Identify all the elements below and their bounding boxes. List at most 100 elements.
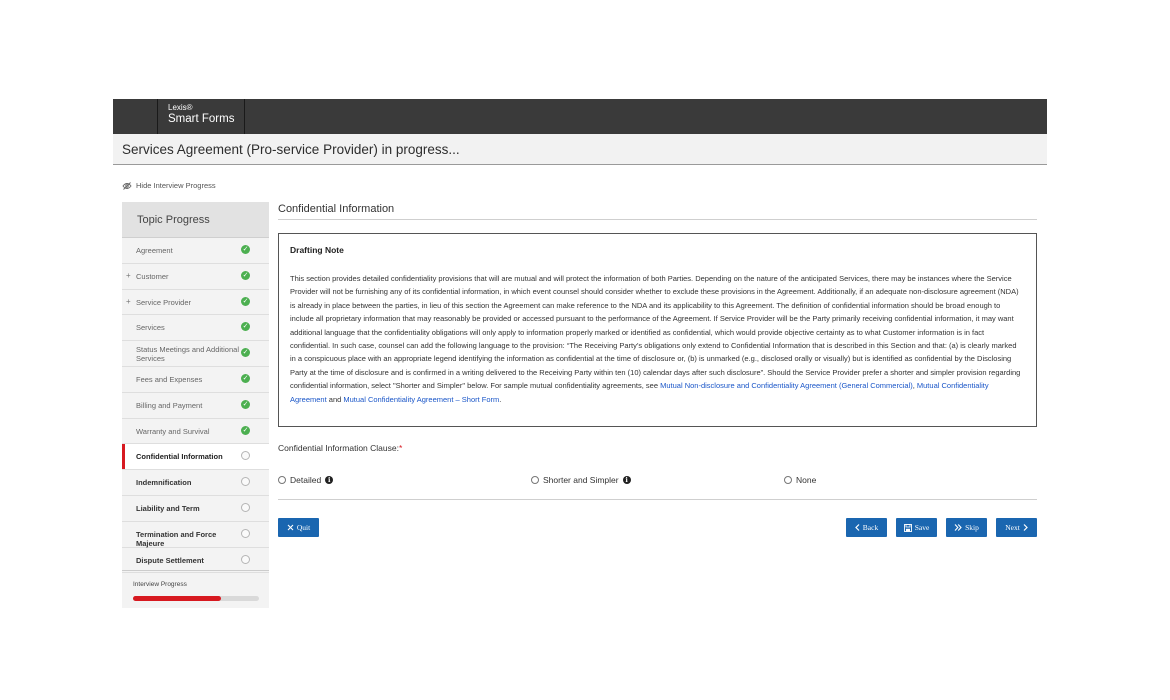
sidebar-header: Topic Progress xyxy=(122,202,269,238)
sidebar-item-label: Dispute Settlement xyxy=(136,555,204,565)
sidebar-item[interactable]: Services ✓ xyxy=(122,315,269,342)
floppy-disk-icon xyxy=(903,523,912,532)
option-none-label: None xyxy=(796,475,817,485)
brand-divider-right xyxy=(244,99,245,134)
options-divider xyxy=(278,499,1037,500)
sidebar-item-label: Status Meetings and Additional Services xyxy=(136,345,239,364)
sidebar-item-label: Customer xyxy=(136,271,169,281)
check-circle-icon: ✓ xyxy=(241,373,250,383)
sidebar-item-label: Termination and Force Majeure xyxy=(136,529,217,548)
hide-interview-progress-toggle[interactable]: Hide Interview Progress xyxy=(122,181,216,190)
check-circle-icon: ✓ xyxy=(241,245,250,254)
sidebar-item[interactable]: Liability and Term xyxy=(122,496,269,522)
sidebar-heading: Topic Progress xyxy=(137,214,210,226)
sidebar-item-label: Liability and Term xyxy=(136,503,200,513)
separator-and: and xyxy=(326,394,344,404)
option-detailed[interactable]: Detailed i xyxy=(278,475,334,485)
expand-icon[interactable]: + xyxy=(126,271,131,280)
drafting-note-text: This section provides detailed confident… xyxy=(290,274,1021,391)
brand-divider-left xyxy=(157,99,158,134)
lexis-smart-forms-logo[interactable]: Lexis® Smart Forms xyxy=(168,104,234,126)
option-shorter-simpler-label: Shorter and Simpler xyxy=(543,475,619,485)
check-circle-icon: ✓ xyxy=(241,348,250,358)
sidebar-item-label: Billing and Payment xyxy=(136,400,203,410)
quit-button[interactable]: Quit xyxy=(278,518,319,537)
save-button[interactable]: Save xyxy=(896,518,937,537)
sidebar-item-label: Service Provider xyxy=(136,297,192,307)
radio-none[interactable] xyxy=(784,476,792,484)
interview-progress: Interview Progress xyxy=(122,570,269,609)
drafting-note-box: Drafting Note This section provides deta… xyxy=(278,233,1037,427)
sidebar-item-label: Indemnification xyxy=(136,478,192,488)
radio-shorter-simpler[interactable] xyxy=(531,476,539,484)
required-marker: * xyxy=(398,443,403,453)
brand-line2: Smart Forms xyxy=(168,113,235,125)
clause-label-text: Confidential Information Clause: xyxy=(278,443,399,453)
next-button[interactable]: Next xyxy=(996,518,1037,537)
link-mutual-nda-general-commercial[interactable]: Mutual Non-disclosure and Confidentialit… xyxy=(660,381,913,390)
sidebar-item-label: Warranty and Survival xyxy=(136,426,210,436)
expand-icon[interactable]: + xyxy=(126,297,131,306)
brand-line1: Lexis® xyxy=(168,103,193,112)
section-divider xyxy=(278,219,1037,220)
quit-label: Quit xyxy=(296,523,311,532)
empty-circle-icon xyxy=(241,477,250,487)
sidebar-item[interactable]: Billing and Payment ✓ xyxy=(122,393,269,419)
check-circle-icon: ✓ xyxy=(241,270,250,280)
page-title: Services Agreement (Pro-service Provider… xyxy=(122,142,460,157)
link-mutual-confidentiality-short-form[interactable]: Mutual Confidentiality Agreement – Short… xyxy=(343,395,499,404)
save-label: Save xyxy=(914,523,930,532)
top-bar: Lexis® Smart Forms xyxy=(113,99,1047,135)
sidebar-item-label: Confidential Information xyxy=(136,452,223,462)
sidebar-item[interactable]: Status Meetings and Additional Services ✓ xyxy=(122,341,269,367)
interview-progress-label: Interview Progress xyxy=(133,581,187,588)
sidebar-item[interactable]: + Service Provider ✓ xyxy=(122,290,269,316)
option-detailed-label: Detailed xyxy=(290,475,322,485)
chevron-left-icon xyxy=(854,524,860,531)
empty-circle-icon xyxy=(241,451,250,461)
sidebar-topic-list: Agreement ✓ + Customer ✓ + Service Provider ✓ Se… xyxy=(122,238,269,574)
sidebar-item-label: Fees and Expenses xyxy=(136,374,203,384)
hide-interview-progress-label: Hide Interview Progress xyxy=(136,181,216,190)
sidebar-item[interactable]: Termination and Force Majeure xyxy=(122,522,269,548)
sidebar-item[interactable]: Warranty and Survival ✓ xyxy=(122,419,269,445)
title-bar: Services Agreement (Pro-service Provider… xyxy=(113,134,1047,165)
sidebar-item[interactable]: Fees and Expenses ✓ xyxy=(122,367,269,393)
back-button[interactable]: Back xyxy=(846,518,887,537)
sidebar-item[interactable]: Agreement ✓ xyxy=(122,238,269,264)
sidebar-item[interactable]: + Customer ✓ xyxy=(122,264,269,290)
radio-detailed[interactable] xyxy=(278,476,286,484)
skip-label: Skip xyxy=(965,523,979,532)
sidebar-item-label: Agreement xyxy=(136,246,173,255)
check-circle-icon: ✓ xyxy=(241,296,250,306)
separator-period: . xyxy=(499,394,502,404)
eye-slash-icon xyxy=(122,181,132,190)
interview-progress-bar xyxy=(133,596,259,601)
close-icon xyxy=(287,524,294,531)
sidebar-item[interactable]: Confidential Information xyxy=(122,444,269,471)
interview-progress-fill xyxy=(133,596,222,601)
check-circle-icon: ✓ xyxy=(241,399,250,409)
next-label: Next xyxy=(1005,523,1020,532)
sidebar-item-label: Services xyxy=(136,323,165,333)
empty-circle-icon xyxy=(241,502,250,512)
drafting-note-body: This section provides detailed confident… xyxy=(290,272,1022,406)
info-icon[interactable]: i xyxy=(325,476,334,484)
check-circle-icon: ✓ xyxy=(241,322,250,332)
back-label: Back xyxy=(862,523,879,532)
topic-progress-sidebar: Topic Progress Agreement ✓ + Customer ✓ + Serv… xyxy=(122,202,269,608)
sidebar-item[interactable]: Indemnification xyxy=(122,470,269,496)
chevron-right-icon xyxy=(1023,524,1028,531)
drafting-note-title: Drafting Note xyxy=(290,245,344,255)
skip-button[interactable]: Skip xyxy=(946,518,987,537)
info-icon[interactable]: i xyxy=(622,476,631,484)
empty-circle-icon xyxy=(241,528,250,538)
empty-circle-icon xyxy=(241,554,250,564)
section-title: Confidential Information xyxy=(278,203,395,215)
app-frame: Lexis® Smart Forms Services Agreement (P… xyxy=(113,99,1047,608)
clause-label: Confidential Information Clause:* xyxy=(278,443,402,453)
check-circle-icon: ✓ xyxy=(241,425,250,435)
option-none[interactable]: None xyxy=(784,475,816,485)
option-shorter-simpler[interactable]: Shorter and Simpler i xyxy=(531,475,631,485)
double-chevron-right-icon xyxy=(954,524,962,531)
